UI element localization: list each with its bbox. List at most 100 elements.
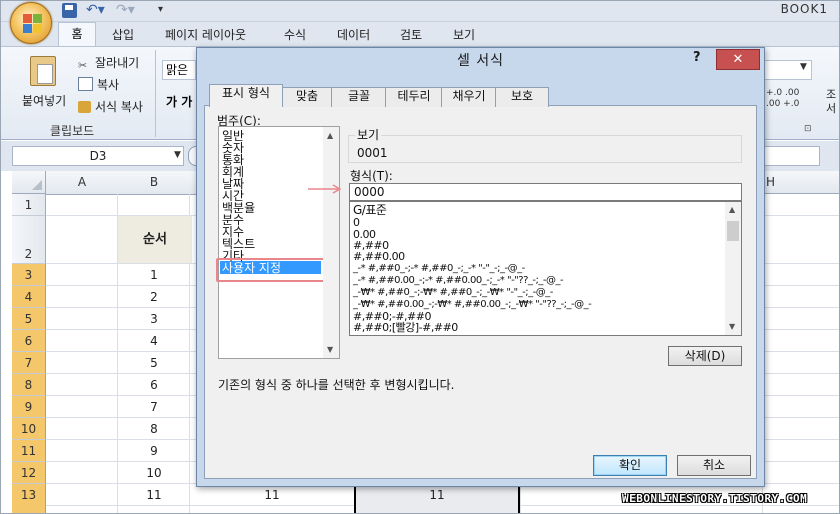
format-painter-label: 서식 복사 bbox=[95, 100, 143, 114]
watermark-text: WEBONLINESTORY.TISTORY.COM bbox=[622, 492, 808, 505]
copy-button[interactable]: 복사 bbox=[78, 76, 119, 93]
description-text: 기존의 형식 중 하나를 선택한 후 변형시킵니다. bbox=[218, 378, 455, 392]
sample-value: 0001 bbox=[357, 146, 388, 160]
format-painter-button[interactable]: 서식 복사 bbox=[78, 98, 143, 115]
cell-b8[interactable]: 6 bbox=[118, 374, 190, 396]
cut-label: 잘라내기 bbox=[95, 56, 140, 70]
scroll-down-icon[interactable]: ▼ bbox=[327, 345, 333, 354]
cell-b10[interactable]: 8 bbox=[118, 418, 190, 440]
ribbon-tab-bar: 홈 삽입 페이지 레이아웃 수식 데이터 검토 보기 bbox=[0, 22, 840, 46]
help-icon[interactable]: ? bbox=[693, 50, 701, 65]
format-item[interactable]: G/표준 bbox=[353, 204, 387, 216]
row-header-8[interactable]: 8 bbox=[12, 374, 46, 396]
cell-d13[interactable]: 11 bbox=[354, 484, 520, 506]
dialog-title: 셀 서식 bbox=[456, 53, 505, 69]
cell-b4[interactable]: 2 bbox=[118, 286, 190, 308]
cell-b3[interactable]: 1 bbox=[118, 264, 190, 286]
cell-b11[interactable]: 9 bbox=[118, 440, 190, 462]
chevron-down-icon[interactable]: ▼ bbox=[174, 150, 181, 160]
customize-qat-icon[interactable]: ▾ bbox=[158, 1, 170, 19]
type-label: 형식(T): bbox=[350, 169, 393, 183]
cell-b13[interactable]: 11 bbox=[118, 484, 190, 506]
tab-data[interactable]: 데이터 bbox=[337, 26, 370, 43]
row-header-10[interactable]: 10 bbox=[12, 418, 46, 440]
annotation-arrow-icon bbox=[308, 184, 342, 194]
row-header-4[interactable]: 4 bbox=[12, 286, 46, 308]
close-button[interactable]: ✕ bbox=[716, 49, 760, 70]
sample-group bbox=[348, 135, 742, 163]
scroll-up-icon[interactable]: ▲ bbox=[327, 131, 333, 140]
name-box[interactable]: D3 bbox=[12, 146, 184, 166]
clipboard-group-label: 클립보드 bbox=[50, 124, 95, 138]
tab-page-layout[interactable]: 페이지 레이아웃 bbox=[165, 26, 246, 43]
tab-number[interactable]: 표시 형식 bbox=[209, 84, 283, 107]
column-header-a[interactable]: A bbox=[46, 171, 119, 195]
font-size-buttons[interactable]: 가 가 bbox=[162, 92, 196, 112]
office-logo-icon-part bbox=[33, 24, 42, 33]
cancel-button[interactable]: 취소 bbox=[677, 455, 751, 476]
paste-icon[interactable] bbox=[30, 56, 56, 86]
scroll-down-icon[interactable]: ▼ bbox=[729, 322, 735, 331]
office-button[interactable] bbox=[10, 2, 52, 44]
annotation-highlight-box bbox=[216, 258, 332, 282]
row-header-5[interactable]: 5 bbox=[12, 308, 46, 330]
tab-font[interactable]: 글꼴 bbox=[331, 87, 387, 107]
tab-fill[interactable]: 채우기 bbox=[441, 87, 497, 107]
select-all-button[interactable] bbox=[12, 171, 46, 194]
row-header-6[interactable]: 6 bbox=[12, 330, 46, 352]
category-scrollbar[interactable] bbox=[323, 127, 339, 358]
format-list-scroll-thumb[interactable] bbox=[727, 221, 739, 241]
cell-b9[interactable]: 7 bbox=[118, 396, 190, 418]
paste-button[interactable]: 붙여넣기 bbox=[22, 92, 66, 109]
tab-home[interactable]: 홈 bbox=[58, 22, 96, 46]
cell-c13[interactable]: 11 bbox=[190, 484, 354, 506]
tab-review[interactable]: 검토 bbox=[400, 26, 422, 43]
format-item[interactable]: _-* #,##0.00_-;-* #,##0.00_-;_-* "-"??_-… bbox=[353, 275, 564, 286]
format-item[interactable]: _-₩* #,##0.00_-;-₩* #,##0.00_-;_-₩* "-"?… bbox=[353, 299, 592, 310]
redo-icon[interactable]: ↷▾ bbox=[116, 1, 138, 19]
font-name-box[interactable]: 맑은 bbox=[162, 60, 196, 80]
row-header-3[interactable]: 3 bbox=[12, 264, 46, 286]
sample-label: 보기 bbox=[355, 126, 382, 143]
cut-button[interactable]: ✂ 잘라내기 bbox=[78, 54, 140, 72]
decimal-buttons[interactable]: +.0 .00 .00 +.0 bbox=[766, 88, 818, 112]
row-header-11[interactable]: 11 bbox=[12, 440, 46, 462]
cell-b5[interactable]: 3 bbox=[118, 308, 190, 330]
tab-view[interactable]: 보기 bbox=[453, 26, 475, 43]
copy-icon bbox=[78, 77, 93, 91]
cell-b12[interactable]: 10 bbox=[118, 462, 190, 484]
conditional-format-partial[interactable]: 조 서 bbox=[826, 88, 840, 116]
row-header-12[interactable]: 12 bbox=[12, 462, 46, 484]
row-header-7[interactable]: 7 bbox=[12, 352, 46, 374]
column-header-b[interactable]: B bbox=[118, 171, 191, 195]
format-item[interactable]: _-* #,##0_-;-* #,##0_-;_-* "-"_-;_-@_- bbox=[353, 263, 525, 274]
dialog-launcher-icon[interactable]: ⊡ bbox=[804, 124, 812, 134]
format-item[interactable]: #,##0;[빨강]-#,##0 bbox=[353, 322, 458, 333]
tab-border[interactable]: 테두리 bbox=[385, 87, 443, 107]
tab-alignment[interactable]: 맞춤 bbox=[281, 87, 333, 107]
format-item[interactable]: _-₩* #,##0_-;-₩* #,##0_-;_-₩* "-"_-;_-@_… bbox=[353, 287, 553, 298]
row-header-1[interactable]: 1 bbox=[12, 194, 46, 216]
row-header-9[interactable]: 9 bbox=[12, 396, 46, 418]
format-item[interactable]: #,##0.00 bbox=[353, 251, 405, 262]
undo-icon[interactable]: ↶▾ bbox=[86, 1, 108, 19]
row-header-2[interactable]: 2 bbox=[12, 216, 46, 264]
cell-b6[interactable]: 4 bbox=[118, 330, 190, 352]
brush-icon bbox=[78, 101, 91, 113]
chevron-down-icon[interactable]: ▼ bbox=[800, 62, 807, 72]
formula-input[interactable] bbox=[760, 146, 820, 166]
header-cell-order[interactable]: 순서 bbox=[118, 216, 192, 263]
format-item[interactable]: 0 bbox=[353, 217, 360, 228]
cell-b7[interactable]: 5 bbox=[118, 352, 190, 374]
tab-protection[interactable]: 보호 bbox=[495, 87, 549, 107]
scroll-up-icon[interactable]: ▲ bbox=[729, 205, 735, 214]
row-header-13[interactable]: 13 bbox=[12, 484, 46, 514]
column-header-h[interactable]: H bbox=[762, 171, 840, 194]
tab-formulas[interactable]: 수식 bbox=[284, 26, 306, 43]
type-input[interactable]: 0000 bbox=[349, 183, 742, 201]
tab-insert[interactable]: 삽입 bbox=[112, 26, 134, 43]
save-icon[interactable] bbox=[62, 3, 77, 18]
office-logo-icon bbox=[23, 14, 32, 23]
ok-button[interactable]: 확인 bbox=[593, 455, 667, 476]
delete-button[interactable]: 삭제(D) bbox=[668, 346, 742, 366]
